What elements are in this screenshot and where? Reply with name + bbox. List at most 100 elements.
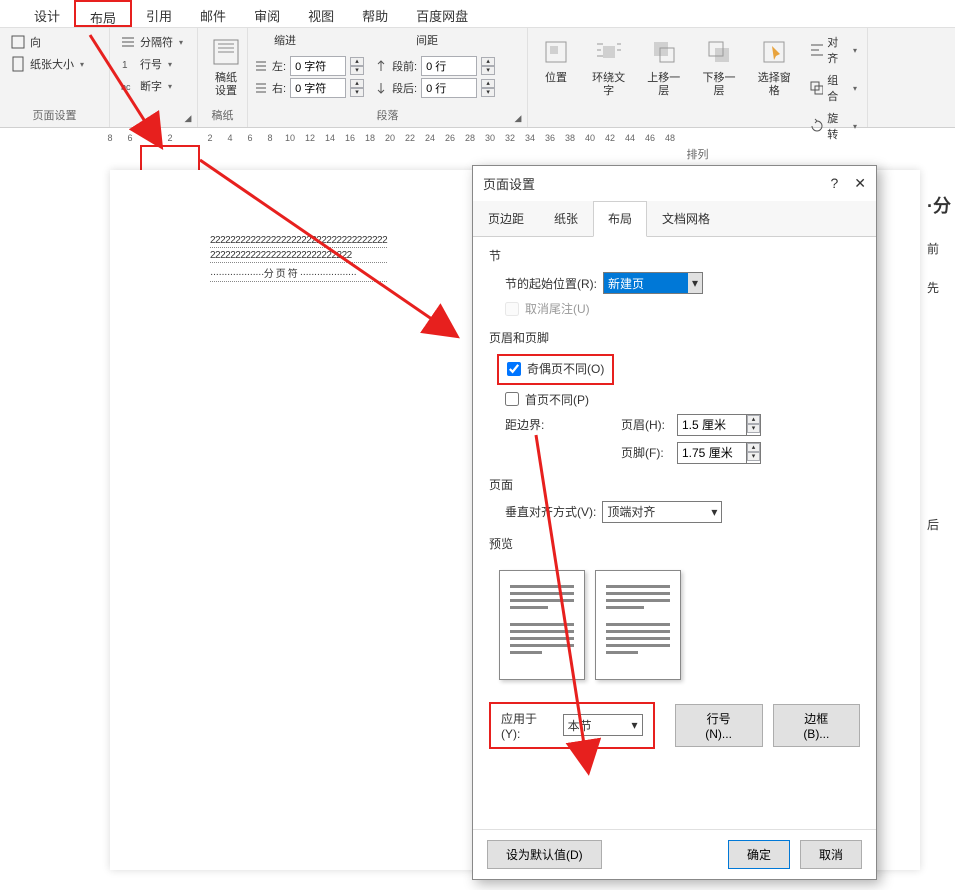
apply-to-label: 应用于(Y): — [501, 710, 555, 741]
bring-forward-btn[interactable]: 上移一层 — [639, 32, 688, 102]
wrap-text-icon — [593, 36, 625, 68]
spin-up[interactable]: ▴ — [350, 57, 364, 66]
breaks-btn[interactable]: 分隔符▾ — [116, 32, 187, 52]
section-title-page: 页面 — [489, 476, 860, 493]
valign-label: 垂直对齐方式(V): — [505, 503, 596, 520]
group-arrange-label: 排列 — [534, 144, 861, 164]
send-backward-btn[interactable]: 下移一层 — [694, 32, 743, 102]
position-btn[interactable]: 位置 — [534, 32, 578, 89]
dlg-tab-layout[interactable]: 布局 — [593, 201, 647, 237]
spacing-after-input[interactable] — [421, 78, 477, 98]
spin-down[interactable]: ▾ — [481, 66, 495, 75]
spin-down[interactable]: ▾ — [747, 452, 760, 461]
dialog-titlebar[interactable]: 页面设置 ? ✕ — [473, 166, 876, 201]
group-paragraph-label: 段落 — [254, 105, 521, 125]
page-setup-launcher[interactable]: ◢ — [181, 111, 195, 125]
first-page-diff-row[interactable]: 首页不同(P) — [505, 391, 589, 408]
tab-help[interactable]: 帮助 — [348, 0, 402, 27]
section-start-select[interactable]: 新建页 — [603, 272, 703, 294]
odd-even-checkbox[interactable] — [507, 362, 521, 376]
tab-layout[interactable]: 布局 — [74, 0, 132, 27]
ok-button[interactable]: 确定 — [728, 840, 790, 869]
page-setup-dialog: 页面设置 ? ✕ 页边距 纸张 布局 文档网格 节 节的起始位置(R): 新建页… — [472, 165, 877, 880]
side-preview: ·分 前 先 后 — [925, 190, 955, 553]
set-default-button[interactable]: 设为默认值(D) — [487, 840, 602, 869]
section-title-section: 节 — [489, 247, 860, 264]
spin-down[interactable]: ▾ — [747, 424, 760, 433]
first-page-checkbox[interactable] — [505, 392, 519, 406]
page-size-icon — [10, 56, 26, 72]
valign-select[interactable]: 顶端对齐 — [602, 501, 722, 523]
selection-pane-btn[interactable]: 选择窗格 — [750, 32, 799, 102]
margin-label: 距边界: — [505, 416, 589, 433]
position-icon — [540, 36, 572, 68]
align-icon — [809, 42, 823, 58]
indent-left-icon — [254, 59, 268, 73]
close-icon[interactable]: ✕ — [854, 175, 866, 192]
tab-design[interactable]: 设计 — [20, 0, 74, 27]
dialog-tabs: 页边距 纸张 布局 文档网格 — [473, 201, 876, 237]
tab-review[interactable]: 审阅 — [240, 0, 294, 27]
spin-down[interactable]: ▾ — [481, 88, 495, 97]
tab-mailings[interactable]: 邮件 — [186, 0, 240, 27]
svg-text:bc: bc — [121, 82, 131, 92]
dlg-tab-margins[interactable]: 页边距 — [473, 201, 539, 236]
spin-up[interactable]: ▴ — [481, 79, 495, 88]
spin-down[interactable]: ▾ — [350, 88, 364, 97]
paragraph-launcher[interactable]: ◢ — [511, 111, 525, 125]
hyphenation-icon: bc — [120, 78, 136, 94]
line-numbers-btn[interactable]: 1 行号▾ — [116, 54, 187, 74]
manuscript-btn[interactable]: 稿纸 设置 — [204, 32, 248, 102]
section-start-label: 节的起始位置(R): — [505, 275, 597, 292]
hyphenation-btn[interactable]: bc 断字▾ — [116, 76, 187, 96]
tab-view[interactable]: 视图 — [294, 0, 348, 27]
group-manuscript-label: 稿纸 — [204, 105, 241, 125]
spacing-before-icon — [374, 59, 388, 73]
indent-right-row: 右: ▴▾ — [254, 78, 364, 98]
dlg-tab-paper[interactable]: 纸张 — [539, 201, 593, 236]
borders-button[interactable]: 边框(B)... — [773, 704, 860, 747]
orientation-btn[interactable]: 向 — [6, 32, 88, 52]
header-distance-input[interactable] — [677, 414, 747, 436]
tab-references[interactable]: 引用 — [132, 0, 186, 27]
rotate-btn[interactable]: 旋转▾ — [805, 108, 861, 144]
odd-even-checkbox-row[interactable]: 奇偶页不同(O) — [507, 360, 604, 377]
dlg-tab-grid[interactable]: 文档网格 — [647, 201, 725, 236]
section-title-preview: 预览 — [489, 535, 860, 552]
dialog-title: 页面设置 — [483, 174, 535, 193]
send-backward-icon — [703, 36, 735, 68]
footer-distance-input[interactable] — [677, 442, 747, 464]
line-numbers-icon: 1 — [120, 56, 136, 72]
breaks-icon — [120, 34, 136, 50]
spin-up[interactable]: ▴ — [481, 57, 495, 66]
apply-to-select[interactable]: 本节 — [563, 714, 643, 736]
align-btn[interactable]: 对齐▾ — [805, 32, 861, 68]
spin-down[interactable]: ▾ — [350, 66, 364, 75]
manuscript-icon — [210, 36, 242, 68]
indent-right-icon — [254, 81, 268, 95]
indent-left-input[interactable] — [290, 56, 346, 76]
spacing-before-input[interactable] — [421, 56, 477, 76]
suppress-endnotes-checkbox — [505, 302, 519, 316]
indent-right-input[interactable] — [290, 78, 346, 98]
tab-baidu[interactable]: 百度网盘 — [402, 0, 482, 27]
selection-pane-icon — [758, 36, 790, 68]
spacing-after-icon — [374, 81, 388, 95]
line-numbers-button[interactable]: 行号(N)... — [675, 704, 763, 747]
spacing-before-row: 段前: ▴▾ — [374, 56, 495, 76]
document-text[interactable]: 22222222222222222222222222222222222 2222… — [210, 235, 387, 284]
group-page-setup-label: 页面设置 — [6, 105, 103, 125]
annotation-ruler-box — [140, 145, 200, 173]
ribbon-content: 向 纸张大小▾ 页面设置 分隔符▾ 1 行号▾ — [0, 28, 955, 128]
wrap-btn[interactable]: 环绕文字 — [584, 32, 633, 102]
svg-text:1: 1 — [122, 60, 128, 71]
help-icon[interactable]: ? — [830, 175, 838, 192]
spacing-after-row: 段后: ▴▾ — [374, 78, 495, 98]
size-btn[interactable]: 纸张大小▾ — [6, 54, 88, 74]
cancel-button[interactable]: 取消 — [800, 840, 862, 869]
spin-up[interactable]: ▴ — [747, 415, 760, 424]
spin-up[interactable]: ▴ — [747, 443, 760, 452]
bring-forward-icon — [648, 36, 680, 68]
group-btn[interactable]: 组合▾ — [805, 70, 861, 106]
spin-up[interactable]: ▴ — [350, 79, 364, 88]
